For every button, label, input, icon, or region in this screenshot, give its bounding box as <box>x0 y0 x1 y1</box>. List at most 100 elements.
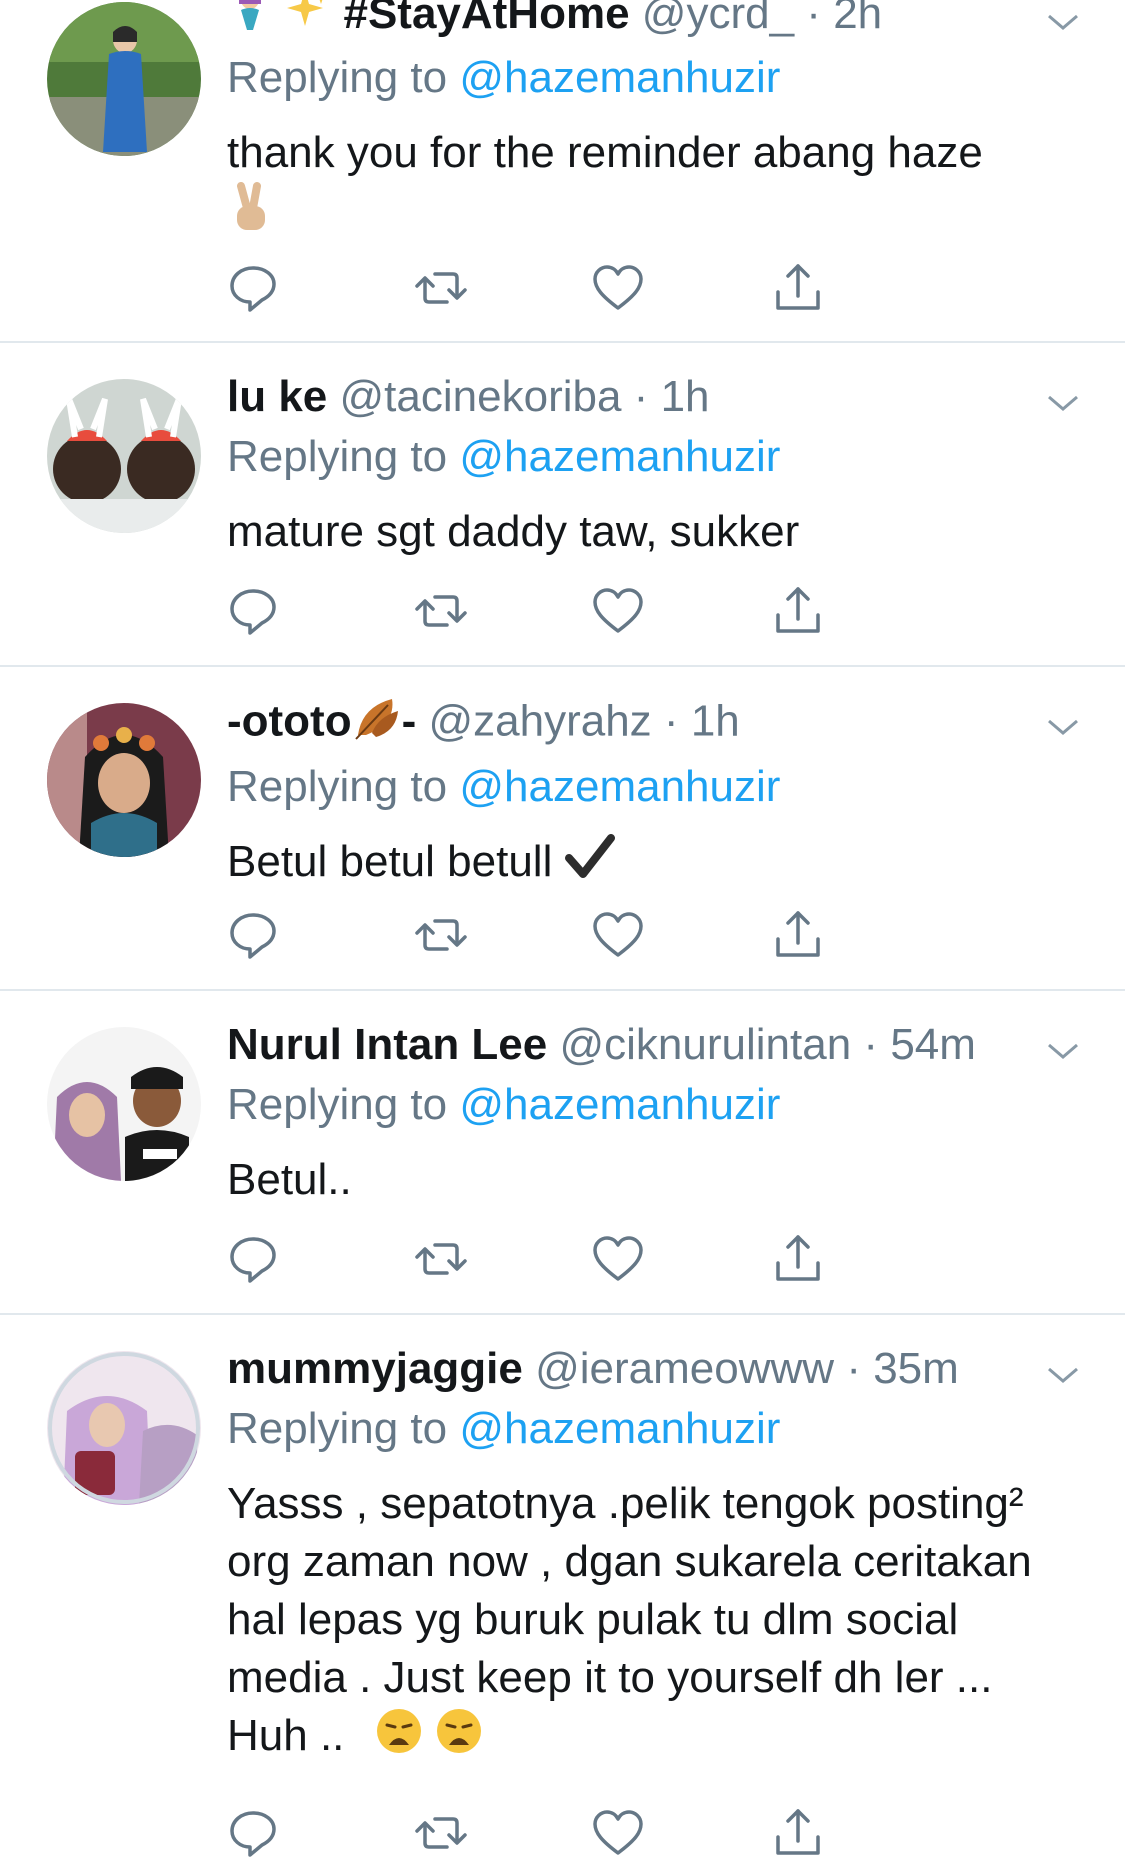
sparkles-emoji <box>285 0 331 46</box>
replying-to: Replying to @hazemanhuzir <box>227 1077 1085 1133</box>
username[interactable]: @ycrd_ <box>642 0 794 38</box>
tweet[interactable]: #StayAtHome @ycrd_ · 2h Replying to @haz… <box>0 0 1125 340</box>
replying-to: Replying to @hazemanhuzir <box>227 1401 1085 1457</box>
tweet-text-line: hal lepas yg buruk pulak tu dlm social <box>227 1595 959 1644</box>
tweet[interactable]: Nurul Intan Lee @ciknurulintan · 54m Rep… <box>0 991 1125 1313</box>
replies-feed: #StayAtHome @ycrd_ · 2h Replying to @haz… <box>0 0 1125 1859</box>
tweet-actions <box>225 1805 985 1865</box>
chevron-down-icon[interactable] <box>1043 707 1083 747</box>
avatar[interactable] <box>47 1351 201 1505</box>
username[interactable]: @ierameowww <box>535 1344 834 1393</box>
retweet-button[interactable] <box>413 1231 469 1287</box>
tweet-text-line: thank you for the reminder abang haze <box>227 128 983 178</box>
check-mark-emoji <box>564 833 615 895</box>
weary-face-emoji <box>375 1707 423 1770</box>
mention-link[interactable]: @hazemanhuzir <box>459 432 780 481</box>
replying-prefix: Replying to <box>227 1404 448 1453</box>
like-button[interactable] <box>590 907 646 963</box>
retweet-button[interactable] <box>413 583 469 639</box>
tweet-text: Betul.. <box>227 1151 1085 1209</box>
tweet-text-line: Huh .. <box>227 1711 345 1761</box>
display-name[interactable]: lu ke <box>227 372 327 421</box>
timestamp: 2h <box>833 0 883 38</box>
tweet-header: mummyjaggie @ierameowww · 35m <box>227 1341 1085 1397</box>
retweet-icon <box>413 1817 469 1865</box>
share-icon <box>770 911 826 967</box>
timestamp: 35m <box>873 1344 959 1393</box>
retweet-icon <box>413 1243 469 1291</box>
separator: · <box>806 0 821 38</box>
mention-link[interactable]: @hazemanhuzir <box>459 53 780 102</box>
share-icon <box>770 1809 826 1865</box>
tweet-actions <box>225 260 985 320</box>
tweet-actions <box>225 1231 985 1291</box>
chevron-down-icon[interactable] <box>1043 383 1083 423</box>
tweet[interactable]: mummyjaggie @ierameowww · 35m Replying t… <box>0 1315 1125 1859</box>
username[interactable]: @ciknurulintan <box>559 1020 851 1069</box>
username[interactable]: @tacinekoriba <box>340 372 622 421</box>
tweet[interactable]: lu ke @tacinekoriba · 1h Replying to @ha… <box>0 343 1125 665</box>
separator: · <box>633 372 649 421</box>
mermaid-emoji <box>227 0 273 46</box>
replying-prefix: Replying to <box>227 1080 448 1129</box>
avatar[interactable] <box>47 379 201 533</box>
mention-link[interactable]: @hazemanhuzir <box>459 1404 780 1453</box>
mention-link[interactable]: @hazemanhuzir <box>459 1080 780 1129</box>
retweet-button[interactable] <box>413 1805 469 1861</box>
display-name[interactable]: #StayAtHome <box>343 0 629 38</box>
retweet-button[interactable] <box>413 260 469 316</box>
reply-icon <box>225 589 281 643</box>
replying-prefix: Replying to <box>227 53 448 103</box>
tweet-header: #StayAtHome @ycrd_ · 2h <box>227 0 1085 46</box>
like-button[interactable] <box>590 1231 646 1287</box>
tweet-text-line: mature sgt daddy taw, sukker <box>227 507 800 556</box>
avatar[interactable] <box>47 1027 201 1181</box>
reply-button[interactable] <box>225 1805 281 1861</box>
tweet-text-line: org zaman now , dgan sukarela ceritakan <box>227 1537 1032 1586</box>
mention-link[interactable]: @hazemanhuzir <box>459 762 780 811</box>
reply-button[interactable] <box>225 583 281 639</box>
tweet-actions <box>225 907 985 967</box>
share-button[interactable] <box>770 583 826 639</box>
fallen-leaf-emoji <box>352 693 402 755</box>
tweet-text: thank you for the reminder abang haze <box>227 124 1085 249</box>
like-button[interactable] <box>590 583 646 639</box>
replying-prefix: Replying to <box>227 432 448 481</box>
tweet-header: lu ke @tacinekoriba · 1h <box>227 369 1085 425</box>
share-icon <box>770 264 826 320</box>
replying-to: Replying to @hazemanhuzir <box>227 759 1085 815</box>
reply-button[interactable] <box>225 1231 281 1287</box>
username[interactable]: @zahyrahz <box>428 697 651 746</box>
share-button[interactable] <box>770 907 826 963</box>
separator: · <box>846 1344 861 1393</box>
chevron-down-icon[interactable] <box>1043 2 1083 42</box>
like-icon <box>590 1810 646 1865</box>
tweet-text-line: media . Just keep it to yourself dh ler … <box>227 1653 993 1702</box>
display-name-suffix[interactable]: - <box>402 697 417 746</box>
reply-icon <box>225 1811 281 1865</box>
share-button[interactable] <box>770 1805 826 1861</box>
retweet-button[interactable] <box>413 907 469 963</box>
share-button[interactable] <box>770 260 826 316</box>
timestamp: 54m <box>890 1020 976 1069</box>
display-name[interactable]: -ototo <box>227 697 352 746</box>
timestamp: 1h <box>690 696 740 746</box>
chevron-down-icon[interactable] <box>1043 1031 1083 1071</box>
retweet-icon <box>413 919 469 967</box>
reply-button[interactable] <box>225 260 281 316</box>
tweet-header: Nurul Intan Lee @ciknurulintan · 54m <box>227 1017 1085 1073</box>
share-button[interactable] <box>770 1231 826 1287</box>
display-name[interactable]: Nurul Intan Lee <box>227 1020 547 1069</box>
reply-button[interactable] <box>225 907 281 963</box>
replying-to: Replying to @hazemanhuzir <box>227 50 1085 106</box>
tweet-actions <box>225 583 985 643</box>
avatar[interactable] <box>47 2 201 156</box>
avatar[interactable] <box>47 703 201 857</box>
tweet-text: mature sgt daddy taw, sukker <box>227 503 1085 561</box>
like-button[interactable] <box>590 260 646 316</box>
chevron-down-icon[interactable] <box>1043 1355 1083 1395</box>
tweet[interactable]: -ototo - @zahyrahz · 1h Replying to @haze… <box>0 667 1125 989</box>
display-name[interactable]: mummyjaggie <box>227 1344 523 1393</box>
like-button[interactable] <box>590 1805 646 1861</box>
reply-icon <box>225 266 281 320</box>
